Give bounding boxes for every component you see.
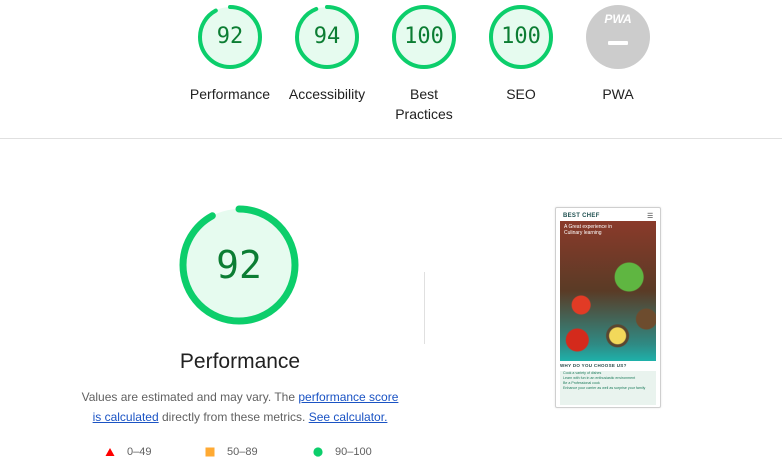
performance-title: Performance: [179, 350, 301, 373]
performance-gauge-large: 92: [178, 204, 300, 326]
gauge-ring: PWA: [585, 4, 651, 70]
gauge-pwa[interactable]: PWA PWA: [573, 4, 663, 104]
final-screenshot-thumbnail[interactable]: BEST CHEF ☰ A Great experience in Culina…: [555, 207, 661, 408]
see-calculator-link[interactable]: See calculator.: [309, 410, 388, 424]
gauge-label: SEO: [506, 86, 536, 102]
gauge-accessibility[interactable]: 94 Accessibility: [282, 4, 372, 104]
gauge-seo[interactable]: 100 SEO: [476, 4, 566, 104]
screenshot-hero-text: A Great experience in Culinary learning: [564, 224, 613, 236]
screenshot-section-title: WHY DO YOU CHOOSE US?: [560, 363, 627, 368]
gauge-label-line1: Best: [409, 86, 438, 102]
gauge-score: 94: [313, 24, 341, 49]
legend-range: 90–100: [335, 446, 372, 458]
gauge-ring: 100: [488, 4, 554, 70]
pwa-badge-text: PWA: [604, 12, 632, 26]
triangle-icon: [105, 448, 115, 457]
performance-score-large: 92: [216, 243, 262, 287]
performance-description: Values are estimated and may vary. The p…: [76, 387, 404, 427]
gauge-best-practices[interactable]: 100 Best Practices: [379, 4, 469, 124]
gauge-label-line2: Practices: [395, 106, 453, 122]
legend-range: 0–49: [127, 446, 152, 458]
screenshot-brand: BEST CHEF: [563, 213, 600, 219]
square-icon: [205, 447, 215, 457]
list-item: Enhance your carrier as well as surprise…: [563, 386, 646, 390]
gauge-ring: 94: [294, 4, 360, 70]
circle-icon: [313, 447, 323, 457]
pwa-dash-icon: [608, 41, 628, 45]
legend-range: 50–89: [227, 446, 258, 458]
gauge-ring: 100: [391, 4, 457, 70]
gauge-label: Best Practices: [379, 84, 469, 124]
gauge-score: 100: [501, 24, 541, 49]
gauge-label: Accessibility: [288, 86, 366, 102]
legend-pass: 90–100: [313, 446, 372, 458]
gauge-performance[interactable]: 92 Performance: [185, 4, 275, 104]
hamburger-icon: ☰: [647, 213, 654, 220]
category-summary-bar: 92 Performance 94 Accessibility 100 Best…: [0, 0, 782, 139]
gauge-score: 100: [404, 24, 444, 49]
gauge-label: PWA: [602, 86, 634, 102]
gauge-label: Performance: [189, 86, 271, 102]
desc-prefix: Values are estimated and may vary. The: [81, 390, 299, 404]
vertical-divider: [424, 272, 425, 344]
gauge-score: 92: [216, 24, 244, 49]
legend-fail: 0–49: [105, 446, 151, 458]
screenshot-hero-image: A Great experience in Culinary learning: [560, 221, 656, 361]
desc-middle: directly from these metrics.: [158, 410, 309, 424]
gauge-ring: 92: [197, 4, 263, 70]
legend-average: 50–89: [205, 446, 258, 458]
screenshot-feature-list: Cook a variety of dishes Learn with fun …: [560, 371, 656, 405]
